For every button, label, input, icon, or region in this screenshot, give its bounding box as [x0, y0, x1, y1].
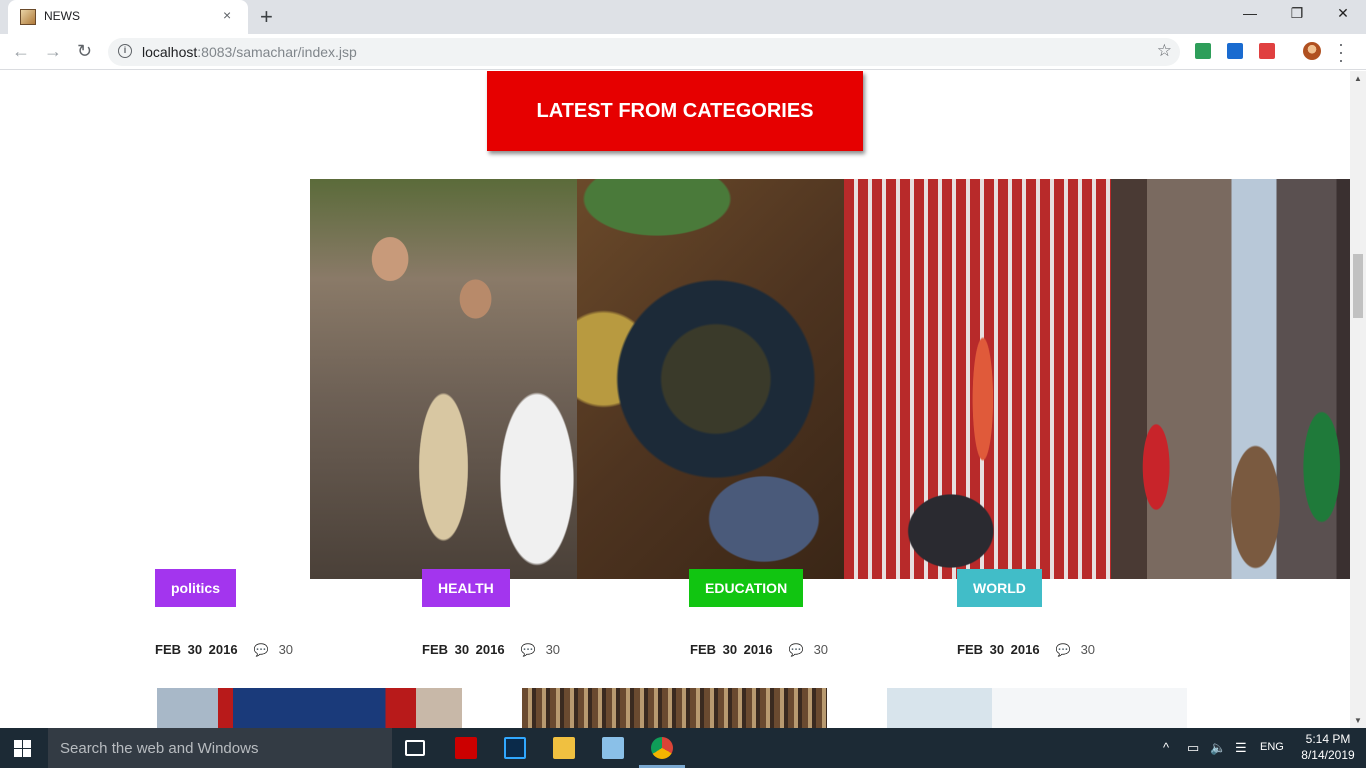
- windows-taskbar: Search the web and Windows ^ ▭ 🔈 ☰ ENG 5…: [0, 728, 1366, 768]
- post-date: FEB 30 2016: [957, 642, 1040, 657]
- address-bar[interactable]: i localhost:8083/samachar/index.jsp ☆: [108, 38, 1180, 66]
- card-image-politics[interactable]: [310, 179, 577, 579]
- comment-icon: 💬: [253, 642, 269, 657]
- windows-start-icon[interactable]: [14, 740, 31, 757]
- category-cards: politics HEALTH EDUCATION WORLD FEB 30 2…: [155, 125, 1350, 685]
- reload-icon[interactable]: ↻: [77, 41, 92, 62]
- taskbar-clock[interactable]: 5:14 PM 8/14/2019: [1300, 731, 1356, 763]
- new-tab-button[interactable]: +: [260, 4, 273, 30]
- comment-count[interactable]: 30: [546, 642, 560, 657]
- language-indicator[interactable]: ENG: [1260, 741, 1284, 753]
- url-text[interactable]: localhost:8083/samachar/index.jsp: [142, 44, 357, 60]
- sheets-extension-icon[interactable]: [1195, 43, 1211, 59]
- browser-toolbar: ← → ↻ i localhost:8083/samachar/index.js…: [0, 34, 1366, 70]
- browser-tab-bar: NEWS × + — ❐ ✕: [0, 0, 1366, 34]
- acrobat-icon[interactable]: [455, 737, 477, 759]
- close-window-button[interactable]: ✕: [1333, 5, 1353, 22]
- restore-button[interactable]: ❐: [1287, 5, 1307, 22]
- news-thumbnail[interactable]: [157, 688, 462, 728]
- tray-overflow-icon[interactable]: ^: [1163, 740, 1169, 755]
- scrollbar-thumb[interactable]: [1353, 254, 1363, 318]
- post-date: FEB 30 2016: [155, 642, 238, 657]
- comment-count[interactable]: 30: [279, 642, 293, 657]
- card-meta: FEB 30 2016 💬 30: [690, 642, 828, 657]
- card-meta: FEB 30 2016 💬 30: [957, 642, 1095, 657]
- chrome-icon[interactable]: [651, 737, 673, 759]
- site-favicon-icon: [20, 9, 36, 25]
- post-date: FEB 30 2016: [690, 642, 773, 657]
- action-center-icon[interactable]: ☰: [1235, 740, 1247, 756]
- taskbar-search-box[interactable]: Search the web and Windows: [48, 728, 392, 768]
- category-badge-health[interactable]: HEALTH: [422, 569, 510, 607]
- card-meta: FEB 30 2016 💬 30: [422, 642, 560, 657]
- browser-menu-icon[interactable]: · · ·: [1338, 35, 1344, 69]
- comment-count[interactable]: 30: [814, 642, 828, 657]
- page-scrollbar[interactable]: ▲ ▼: [1350, 71, 1366, 728]
- news-thumbnail[interactable]: [522, 688, 827, 728]
- pdf-extension-icon[interactable]: [1259, 43, 1275, 59]
- tab-close-icon[interactable]: ×: [223, 7, 231, 23]
- card-image-education[interactable]: [844, 179, 1111, 579]
- volume-icon[interactable]: 🔈: [1210, 740, 1226, 756]
- comment-icon: 💬: [788, 642, 804, 657]
- post-date: FEB 30 2016: [422, 642, 505, 657]
- task-view-icon[interactable]: [405, 740, 425, 756]
- tab-title: NEWS: [44, 9, 80, 23]
- page-content: politics HEALTH EDUCATION WORLD FEB 30 2…: [0, 71, 1350, 728]
- card-meta: FEB 30 2016 💬 30: [155, 642, 293, 657]
- news-thumbnail[interactable]: [887, 688, 1187, 728]
- profile-avatar[interactable]: [1303, 42, 1321, 60]
- clock-time: 5:14 PM: [1305, 732, 1351, 746]
- photoshop-icon[interactable]: [504, 737, 526, 759]
- comment-icon: 💬: [520, 642, 536, 657]
- card-image-world[interactable]: [1111, 179, 1350, 579]
- back-arrow-icon[interactable]: ←: [12, 41, 30, 62]
- clock-date: 8/14/2019: [1301, 748, 1355, 762]
- card-image-health[interactable]: [577, 179, 844, 579]
- category-badge-world[interactable]: WORLD: [957, 569, 1042, 607]
- file-explorer-icon[interactable]: [553, 737, 575, 759]
- minimize-button[interactable]: —: [1240, 5, 1260, 21]
- app-box-icon[interactable]: [602, 737, 624, 759]
- scroll-up-arrow-icon[interactable]: ▲: [1354, 74, 1362, 83]
- comment-count[interactable]: 30: [1081, 642, 1095, 657]
- comment-icon: 💬: [1055, 642, 1071, 657]
- site-info-icon[interactable]: i: [118, 44, 132, 58]
- bookmark-star-icon[interactable]: ☆: [1157, 41, 1172, 61]
- battery-icon[interactable]: ▭: [1187, 740, 1199, 756]
- search-extension-icon[interactable]: [1227, 43, 1243, 59]
- category-badge-politics[interactable]: politics: [155, 569, 237, 607]
- section-title: LATEST FROM CATEGORIES: [487, 71, 863, 151]
- browser-tab[interactable]: NEWS ×: [8, 0, 248, 34]
- forward-arrow-icon[interactable]: →: [44, 41, 62, 62]
- scroll-down-arrow-icon[interactable]: ▼: [1354, 716, 1362, 725]
- taskbar-search-placeholder[interactable]: Search the web and Windows: [60, 740, 258, 757]
- category-badge-education[interactable]: EDUCATION: [689, 569, 804, 607]
